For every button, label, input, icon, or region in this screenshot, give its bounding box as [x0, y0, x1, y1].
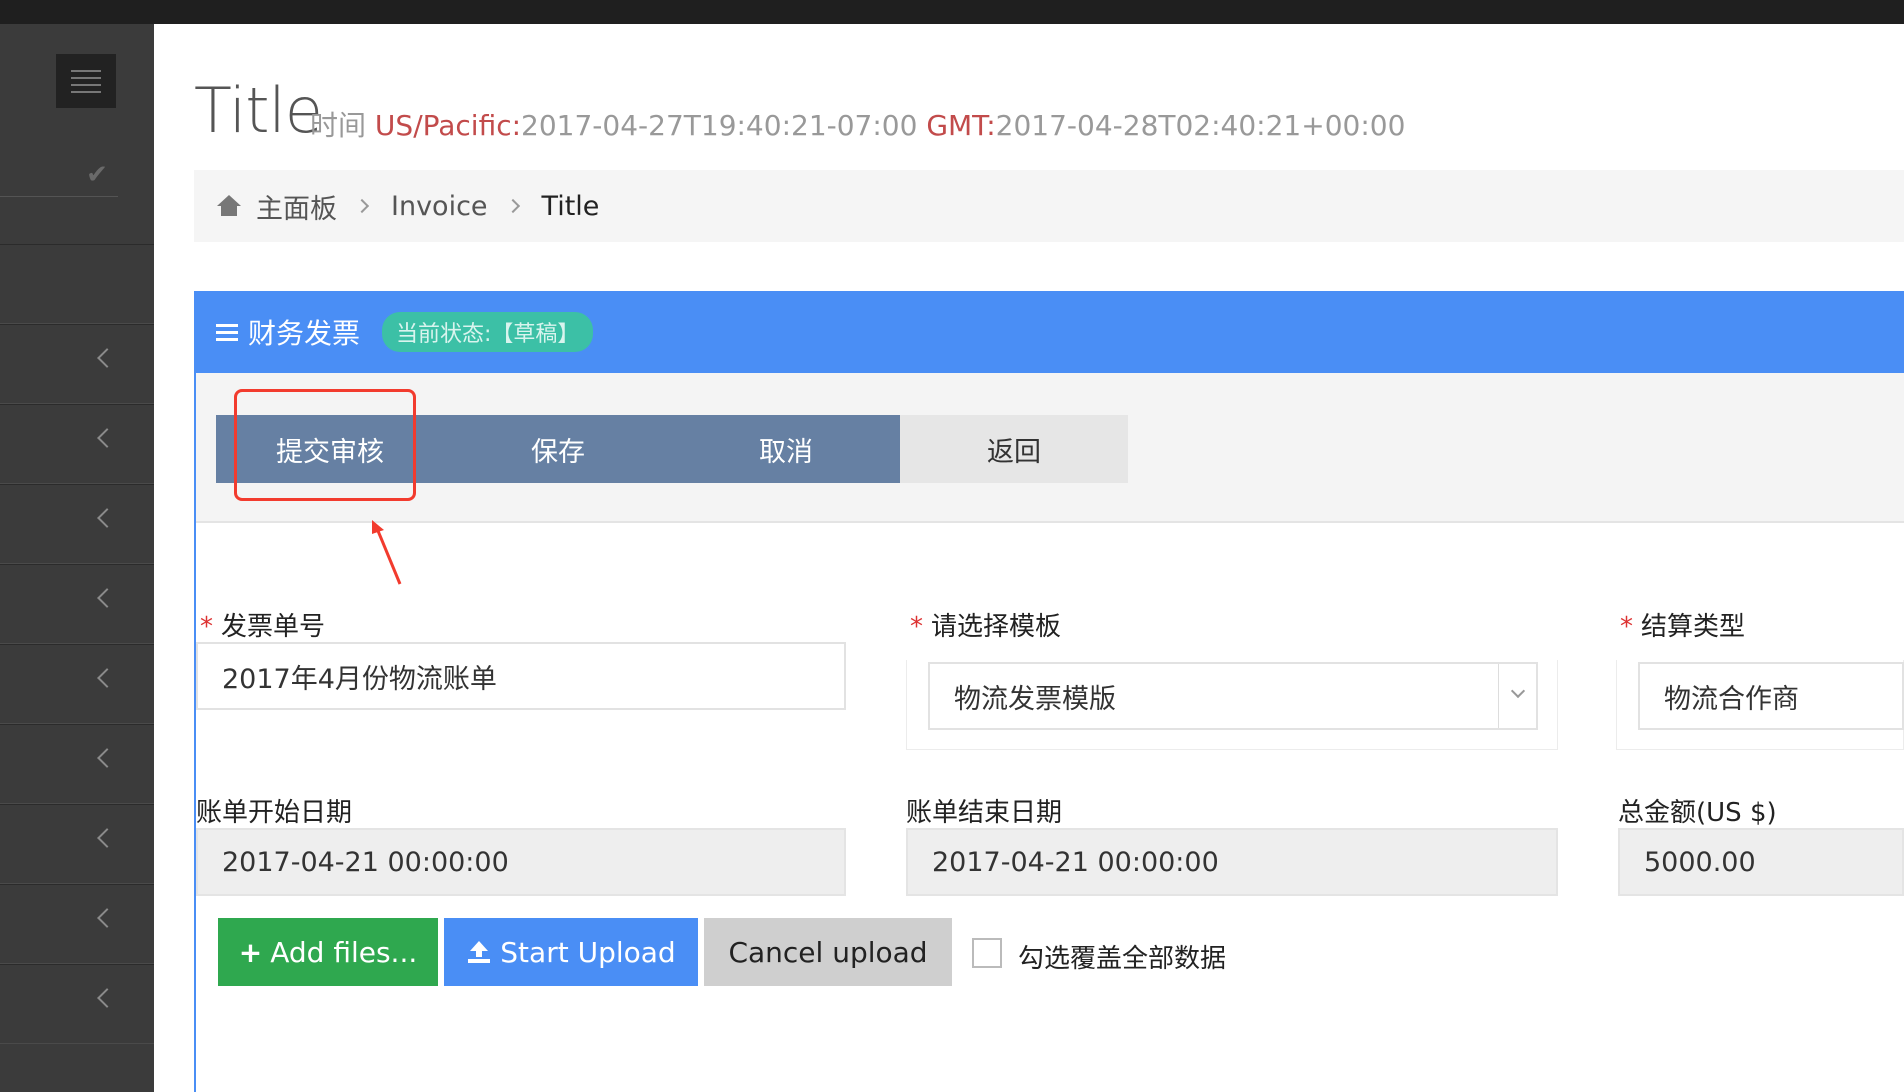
- sidebar-item[interactable]: [0, 244, 154, 324]
- overwrite-checkbox[interactable]: [972, 938, 1002, 968]
- chevron-left-icon: [97, 348, 117, 368]
- total-amount-label: 总金额(US $): [1618, 798, 1777, 828]
- tz1-value: 2017-04-27T19:40:21-07:00: [521, 109, 918, 142]
- chevron-left-icon: [97, 428, 117, 448]
- bars-icon: [216, 323, 238, 341]
- cancel-upload-button[interactable]: Cancel upload: [704, 918, 952, 986]
- start-upload-label: Start Upload: [500, 935, 676, 969]
- sidebar-item[interactable]: [0, 804, 154, 884]
- page-subtitle-time: 时间 US/Pacific:2017-04-27T19:40:21-07:00 …: [310, 104, 1405, 144]
- chevron-down-icon[interactable]: [1498, 664, 1536, 728]
- sidebar-item[interactable]: [0, 964, 154, 1044]
- breadcrumb: 主面板 Invoice Title: [194, 170, 1904, 242]
- total-amount-input: 5000.00: [1618, 828, 1904, 896]
- tz2-label: GMT:: [926, 109, 996, 142]
- home-icon: [216, 195, 242, 217]
- chevron-left-icon: [97, 988, 117, 1008]
- sidebar-item[interactable]: [0, 404, 154, 484]
- sidebar-item[interactable]: [0, 884, 154, 964]
- sidebar-item[interactable]: [0, 324, 154, 404]
- end-date-label: 账单结束日期: [906, 798, 1063, 828]
- chevron-left-icon: [97, 588, 117, 608]
- save-button[interactable]: 保存: [444, 415, 672, 483]
- panel-title: 财务发票: [248, 317, 361, 350]
- chevron-right-icon: [354, 198, 370, 214]
- sidebar-item[interactable]: [0, 724, 154, 804]
- invoice-no-label: * 发票单号: [200, 612, 326, 642]
- end-date-input: 2017-04-21 00:00:00: [906, 828, 1558, 896]
- top-bar: [0, 0, 1904, 24]
- sidebar-item[interactable]: [0, 564, 154, 644]
- time-label: 时间: [310, 109, 367, 142]
- start-date-label: 账单开始日期: [196, 798, 353, 828]
- chevron-right-icon: [505, 198, 520, 214]
- start-date-input: 2017-04-21 00:00:00: [196, 828, 846, 896]
- page-title: Title: [194, 74, 323, 147]
- breadcrumb-home[interactable]: 主面板: [256, 187, 337, 226]
- add-files-label: Add files...: [270, 935, 418, 969]
- annotation-arrow: [372, 520, 402, 585]
- chevron-left-icon: [97, 748, 117, 768]
- chevron-left-icon: [97, 828, 117, 848]
- chevron-left-icon: [97, 508, 117, 528]
- template-label: * 请选择模板: [910, 612, 1062, 642]
- tz1-label: US/Pacific:: [374, 109, 522, 142]
- status-badge: 当前状态:【草稿】: [382, 312, 594, 352]
- template-select[interactable]: 物流发票模版: [928, 662, 1538, 730]
- back-button[interactable]: 返回: [900, 415, 1128, 483]
- sidebar: ✔: [0, 24, 154, 1092]
- menu-toggle-button[interactable]: [56, 54, 116, 108]
- chevron-left-icon: [97, 908, 117, 928]
- breadcrumb-invoice[interactable]: Invoice: [391, 191, 488, 222]
- tz2-value: 2017-04-28T02:40:21+00:00: [995, 109, 1406, 142]
- sidebar-divider: [0, 196, 118, 197]
- start-upload-button[interactable]: Start Upload: [444, 918, 698, 986]
- annotation-highlight-box: [234, 389, 416, 501]
- sidebar-item[interactable]: [0, 644, 154, 724]
- chevron-left-icon: [97, 668, 117, 688]
- sidebar-item[interactable]: [0, 484, 154, 564]
- action-toolbar: 提交审核 保存 取消 返回: [196, 373, 1904, 523]
- cancel-button[interactable]: 取消: [672, 415, 900, 483]
- invoice-no-input[interactable]: 2017年4月份物流账单: [196, 642, 846, 710]
- add-files-button[interactable]: + Add files...: [218, 918, 438, 986]
- plus-icon: +: [238, 935, 263, 969]
- upload-icon: [468, 941, 491, 963]
- breadcrumb-current: Title: [541, 190, 600, 222]
- panel-header: 财务发票 当前状态:【草稿】: [196, 291, 1904, 373]
- check-icon[interactable]: ✔: [82, 160, 112, 190]
- settle-type-select[interactable]: 物流合作商: [1638, 662, 1904, 730]
- overwrite-label: 勾选覆盖全部数据: [1018, 944, 1227, 974]
- template-select-value: 物流发票模版: [954, 683, 1116, 715]
- settle-type-label: * 结算类型: [1620, 612, 1746, 642]
- cancel-upload-label: Cancel upload: [728, 935, 928, 969]
